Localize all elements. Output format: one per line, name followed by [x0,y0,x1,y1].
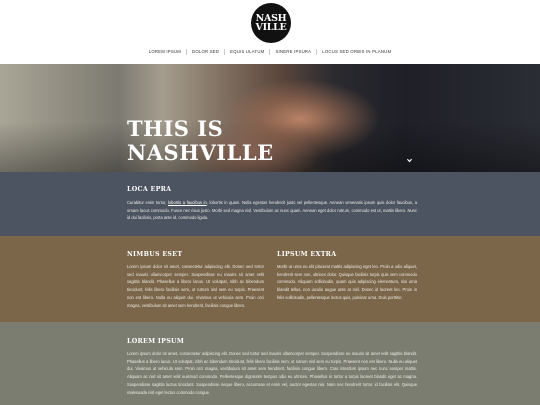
section-1-text: Curabitur enim tortor, lobortis a faucib… [127,199,417,222]
section-3-title: LOREM IPSUM [127,338,185,345]
hero-banner: THIS IS NASHVILLE [0,64,540,172]
nav-item-locus-sed-orbis[interactable]: Locus sed orbis in planum [317,49,396,55]
section-1-title: LOCA EPRA [127,186,172,193]
column-left-title: NIMBUS ESET [127,251,183,258]
site-logo[interactable]: NASH VILLE [251,3,291,43]
chevron-down-icon[interactable] [406,157,413,164]
main-nav: Lorem ipsum Dolor sed Equis ulatum Siner… [0,49,540,55]
nav-item-lorem-ipsum[interactable]: Lorem ipsum [144,49,188,55]
section-1-content: LOCA EPRA Curabitur enim tortor, loborti… [127,186,417,222]
section-lorem-ipsum: LOREM IPSUM Lorem ipsum dolor sit amet, … [0,322,540,405]
section-1-text-start: Curabitur enim tortor, [127,200,168,205]
hero-title-line-2: NASHVILLE [127,140,274,165]
hero-title: THIS IS NASHVILLE [127,117,274,165]
nav-item-equis-ulatum[interactable]: Equis ulatum [225,49,271,55]
column-right-title: LIPSUM EXTRA [277,251,337,258]
section-two-columns: NIMBUS ESET Lorem ipsum dolor sit amet, … [0,236,540,322]
column-left-text: Lorem ipsum dolor sit amet, consectetur … [127,264,264,308]
hero-title-line-1: THIS IS [127,116,224,141]
section-3-text: Lorem ipsum dolor sit amet, consectetur … [127,351,417,395]
column-right: LIPSUM EXTRA Morbi ut urna eu elit place… [277,251,417,302]
nav-item-sinere-ipsura[interactable]: Sinere ipsura [270,49,318,55]
column-right-text: Morbi ut urna eu elit placerat mattis ad… [277,264,417,300]
site-header: NASH VILLE Lorem ipsum Dolor sed Equis u… [0,0,540,64]
column-left: NIMBUS ESET Lorem ipsum dolor sit amet, … [127,251,264,309]
nav-item-dolor-sed[interactable]: Dolor sed [187,49,226,55]
section-3-content: LOREM IPSUM Lorem ipsum dolor sit amet, … [127,338,417,396]
section-1-inline-link[interactable]: lobortis a faucibus in [168,200,207,205]
logo-line-2: VILLE [255,22,287,33]
section-loca-epra: LOCA EPRA Curabitur enim tortor, loborti… [0,172,540,236]
